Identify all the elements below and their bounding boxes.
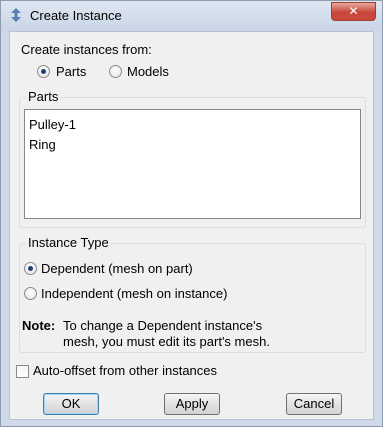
- auto-offset-checkbox[interactable]: [16, 365, 29, 378]
- dependent-radio-label[interactable]: Dependent (mesh on part): [41, 261, 193, 276]
- parts-group-title: Parts: [26, 89, 61, 104]
- parts-list[interactable]: Pulley-1 Ring: [24, 109, 361, 219]
- note-text-line1: To change a Dependent instance's: [63, 318, 263, 333]
- title-bar[interactable]: Create Instance ✕: [1, 1, 382, 31]
- dialog-body: Create instances from: Parts Models Part…: [9, 31, 374, 420]
- instance-type-group-title: Instance Type: [26, 235, 111, 250]
- create-instance-dialog: Create Instance ✕ Create instances from:…: [0, 0, 383, 427]
- cancel-button[interactable]: Cancel: [286, 393, 342, 415]
- note-label: Note:: [22, 318, 56, 333]
- dependent-radio[interactable]: [24, 262, 37, 275]
- models-radio-label[interactable]: Models: [127, 64, 169, 79]
- source-label: Create instances from:: [21, 42, 152, 57]
- independent-radio[interactable]: [24, 287, 37, 300]
- models-radio[interactable]: [109, 65, 122, 78]
- arrows-icon: [11, 8, 21, 22]
- window-title: Create Instance: [30, 8, 122, 23]
- note-text-line2: mesh, you must edit its part's mesh.: [63, 334, 270, 349]
- close-button[interactable]: ✕: [331, 2, 376, 21]
- close-icon: ✕: [348, 4, 359, 18]
- list-item[interactable]: Pulley-1: [29, 117, 76, 132]
- list-item[interactable]: Ring: [29, 137, 56, 152]
- apply-button[interactable]: Apply: [164, 393, 220, 415]
- auto-offset-label[interactable]: Auto-offset from other instances: [33, 363, 217, 378]
- independent-radio-label[interactable]: Independent (mesh on instance): [41, 286, 227, 301]
- ok-button[interactable]: OK: [43, 393, 99, 415]
- parts-radio[interactable]: [37, 65, 50, 78]
- parts-radio-label[interactable]: Parts: [56, 64, 86, 79]
